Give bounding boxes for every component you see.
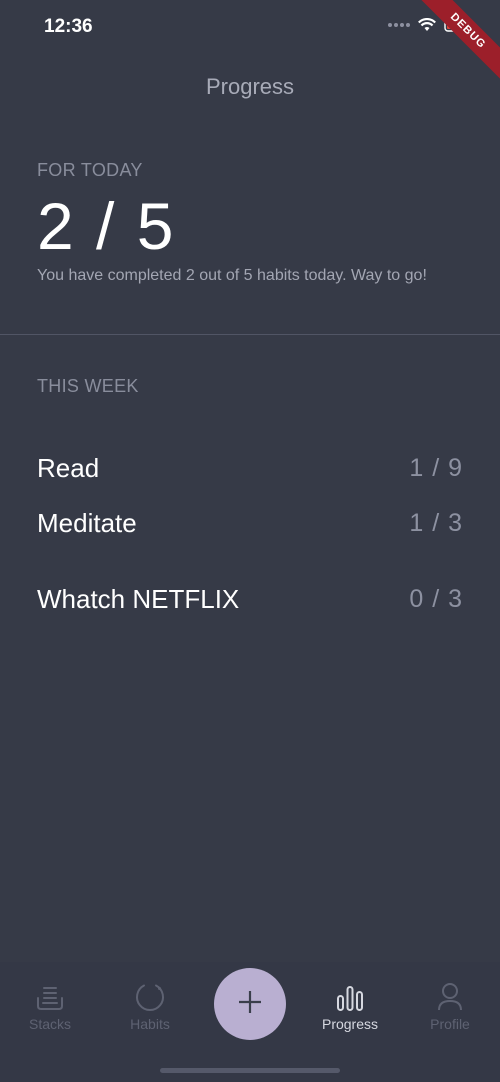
today-count: 2 / 5	[37, 189, 176, 263]
wifi-icon	[418, 18, 436, 32]
status-time: 12:36	[44, 16, 93, 37]
nav-item-habits[interactable]: Habits	[100, 978, 200, 1032]
nav-item-progress[interactable]: Progress	[300, 978, 400, 1032]
week-label: THIS WEEK	[37, 376, 139, 396]
habit-name: Whatch NETFLIX	[37, 583, 240, 614]
habits-icon	[100, 978, 200, 1012]
nav-label: Progress	[321, 1016, 379, 1032]
status-bar: 12:36	[0, 0, 500, 56]
plus-icon	[237, 989, 263, 1019]
signal-icon	[388, 23, 410, 27]
today-section: FOR TODAY 2 / 5 You have completed 2 out…	[37, 160, 467, 285]
page-title: Progress	[205, 74, 295, 99]
habit-list: Read 1 / 9 Meditate 1 / 3 Whatch NETFLIX…	[37, 443, 463, 645]
habit-name: Read	[37, 452, 100, 483]
person-icon	[400, 978, 500, 1012]
habit-row[interactable]: Whatch NETFLIX 0 / 3	[37, 553, 463, 645]
nav-label: Profile	[430, 1016, 470, 1032]
add-habit-button[interactable]	[214, 968, 286, 1040]
habit-progress: 1 / 9	[409, 453, 463, 482]
habit-progress: 0 / 3	[409, 584, 463, 613]
nav-item-stacks[interactable]: Stacks	[0, 978, 100, 1032]
nav-label: Habits	[130, 1016, 170, 1032]
divider	[0, 334, 500, 335]
today-message: You have completed 2 out of 5 habits tod…	[37, 267, 427, 284]
habit-progress: 1 / 3	[409, 508, 463, 537]
home-indicator[interactable]	[160, 1068, 340, 1073]
today-label: FOR TODAY	[37, 160, 143, 180]
nav-item-profile[interactable]: Profile	[400, 978, 500, 1032]
week-section: THIS WEEK Read 1 / 9 Meditate 1 / 3 What…	[37, 376, 463, 645]
stacks-icon	[0, 978, 100, 1012]
bar-chart-icon	[300, 978, 400, 1012]
habit-name: Meditate	[37, 507, 137, 538]
nav-label: Stacks	[28, 1016, 71, 1032]
